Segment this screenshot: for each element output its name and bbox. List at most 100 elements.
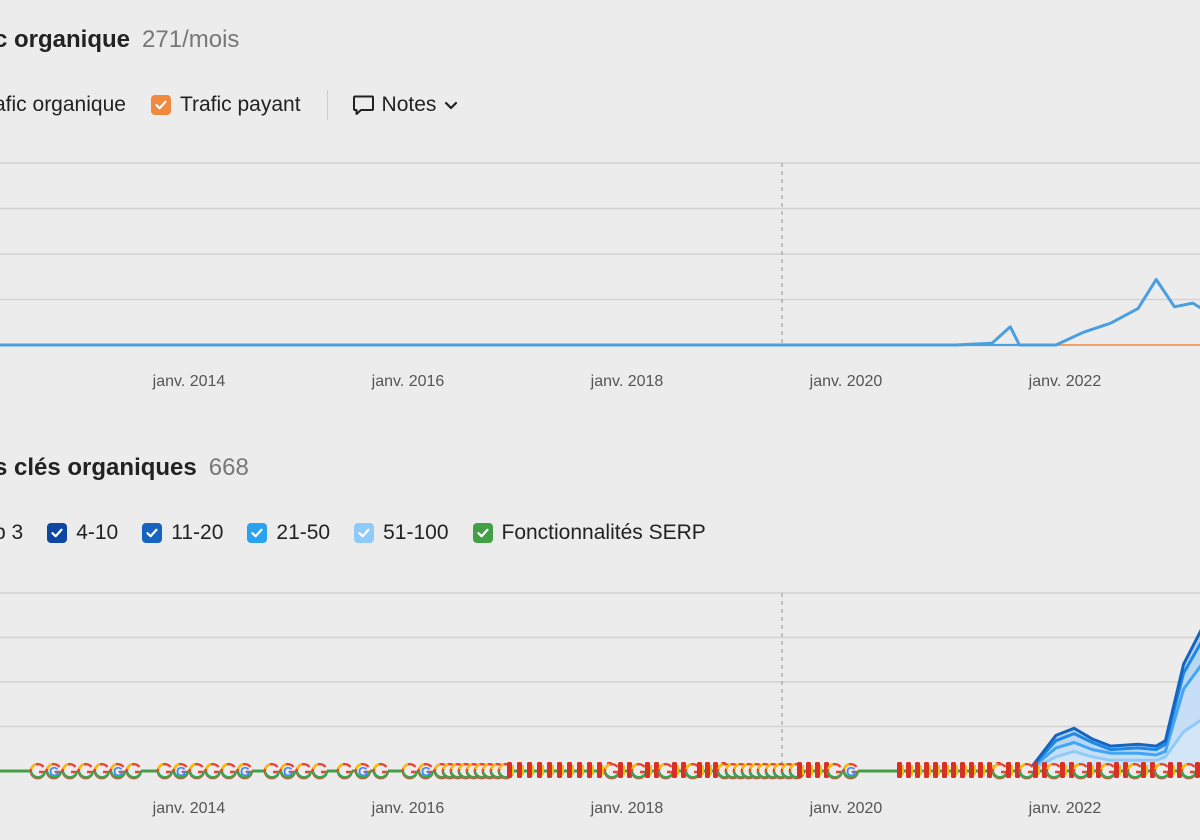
- legend-4-10[interactable]: 4-10: [47, 521, 118, 545]
- serp-feature-marker-accent: [710, 765, 712, 775]
- serp-feature-marker: [1087, 762, 1092, 778]
- serp-feature-marker-accent: [1173, 765, 1175, 775]
- google-icon: G: [417, 762, 435, 780]
- serp-feature-marker: [567, 762, 572, 778]
- google-icon: G: [45, 762, 63, 780]
- legend-51-100[interactable]: 51-100: [354, 521, 449, 545]
- legend-4-10-label: 4-10: [76, 521, 119, 544]
- serp-feature-marker-accent: [623, 765, 625, 775]
- google-icon: G: [354, 762, 372, 780]
- serp-feature-marker: [969, 762, 974, 778]
- legend-organic-traffic-label: afic organique: [0, 93, 126, 116]
- google-icon: G: [109, 762, 127, 780]
- serp-feature-marker: [1006, 762, 1011, 778]
- traffic-title: c organique: [0, 26, 131, 53]
- serp-feature-marker-accent: [802, 765, 804, 775]
- checkbox-checked-icon[interactable]: [247, 523, 268, 543]
- serp-feature-marker-accent: [512, 765, 514, 775]
- serp-feature-marker-accent: [532, 765, 534, 775]
- google-icon: [1018, 762, 1036, 780]
- serp-feature-marker-accent: [947, 765, 949, 775]
- serp-feature-marker: [618, 762, 623, 778]
- google-icon: [1045, 762, 1063, 780]
- legend-divider: [326, 90, 328, 120]
- serp-feature-marker: [645, 762, 650, 778]
- google-icon: [29, 762, 47, 780]
- serp-feature-marker-accent: [650, 765, 652, 775]
- google-icon: [826, 762, 844, 780]
- legend-serp-features-label: Fonctionnalités SERP: [501, 521, 706, 544]
- serp-feature-marker-accent: [1065, 765, 1067, 775]
- legend-21-50[interactable]: 21-50: [247, 521, 330, 545]
- google-icon: [401, 762, 419, 780]
- google-icon: G: [279, 762, 297, 780]
- x-tick-label: janv. 2022: [1028, 800, 1102, 817]
- checkbox-checked-icon[interactable]: [150, 95, 171, 115]
- series-line-51-100: [0, 718, 1200, 773]
- google-icon: [156, 762, 174, 780]
- keywords-chart: 12janv. 2014janv. 2016janv. 2018janv. 20…: [0, 592, 1200, 817]
- keywords-section-title: s clés organiques 668: [0, 454, 249, 482]
- serp-feature-marker-accent: [522, 765, 524, 775]
- x-tick-label: janv. 2020: [809, 800, 883, 817]
- serp-feature-marker: [517, 762, 522, 778]
- google-letter: G: [283, 764, 293, 779]
- checkbox-checked-icon[interactable]: [354, 523, 375, 543]
- keywords-value: 668: [208, 454, 249, 481]
- serp-feature-marker-accent: [974, 765, 976, 775]
- google-icon: [311, 762, 329, 780]
- serp-feature-marker: [705, 762, 710, 778]
- x-tick-label: janv. 2022: [1028, 373, 1102, 390]
- serp-feature-marker-accent: [677, 765, 679, 775]
- checkbox-checked-icon[interactable]: [47, 523, 68, 543]
- google-icon: G: [236, 762, 254, 780]
- notes-label: Notes: [381, 93, 437, 116]
- google-icon: [1126, 762, 1144, 780]
- serp-feature-marker: [797, 762, 802, 778]
- legend-paid-traffic[interactable]: Trafic payant: [150, 93, 301, 117]
- checkbox-checked-icon[interactable]: [472, 523, 493, 543]
- serp-feature-marker: [933, 762, 938, 778]
- google-icon: [657, 762, 675, 780]
- google-letter: G: [176, 764, 186, 779]
- legend-serp-features[interactable]: Fonctionnalités SERP: [472, 521, 706, 545]
- serp-feature-marker: [915, 762, 920, 778]
- serp-feature-marker-accent: [1011, 765, 1013, 775]
- serp-feature-marker-accent: [542, 765, 544, 775]
- legend-top-3[interactable]: p 3: [0, 521, 23, 545]
- serp-feature-marker: [557, 762, 562, 778]
- google-letter: G: [113, 764, 123, 779]
- x-tick-label: janv. 2016: [371, 373, 445, 390]
- legend-11-20[interactable]: 11-20: [142, 521, 223, 545]
- serp-feature-marker-accent: [911, 765, 913, 775]
- serp-feature-marker-accent: [820, 765, 822, 775]
- google-icon: [603, 762, 621, 780]
- serp-feature-marker-accent: [592, 765, 594, 775]
- serp-feature-marker: [672, 762, 677, 778]
- series-area-11-20: [0, 644, 1200, 771]
- serp-feature-marker-accent: [938, 765, 940, 775]
- serp-feature-marker: [906, 762, 911, 778]
- traffic-value: 271/mois: [142, 26, 240, 53]
- serp-feature-marker: [547, 762, 552, 778]
- google-icon: [372, 762, 390, 780]
- serp-feature-marker-accent: [702, 765, 704, 775]
- legend-51-100-label: 51-100: [383, 521, 449, 544]
- serp-feature-marker-accent: [983, 765, 985, 775]
- series-line-4-10: [0, 629, 1200, 773]
- serp-feature-marker-accent: [902, 765, 904, 775]
- serp-feature-marker: [806, 762, 811, 778]
- legend-organic-traffic[interactable]: afic organique: [0, 93, 126, 117]
- notes-dropdown[interactable]: Notes: [352, 93, 461, 117]
- serp-feature-marker: [537, 762, 542, 778]
- serp-feature-marker: [951, 762, 956, 778]
- checkbox-checked-icon[interactable]: [142, 523, 163, 543]
- serp-feature-marker: [1141, 762, 1146, 778]
- x-tick-label: janv. 2014: [152, 373, 226, 390]
- x-tick-label: janv. 2018: [590, 373, 664, 390]
- google-letter: G: [49, 764, 59, 779]
- serp-feature-marker: [815, 762, 820, 778]
- google-icon: [77, 762, 95, 780]
- series-area-4-10: [0, 632, 1200, 771]
- serp-feature-marker: [960, 762, 965, 778]
